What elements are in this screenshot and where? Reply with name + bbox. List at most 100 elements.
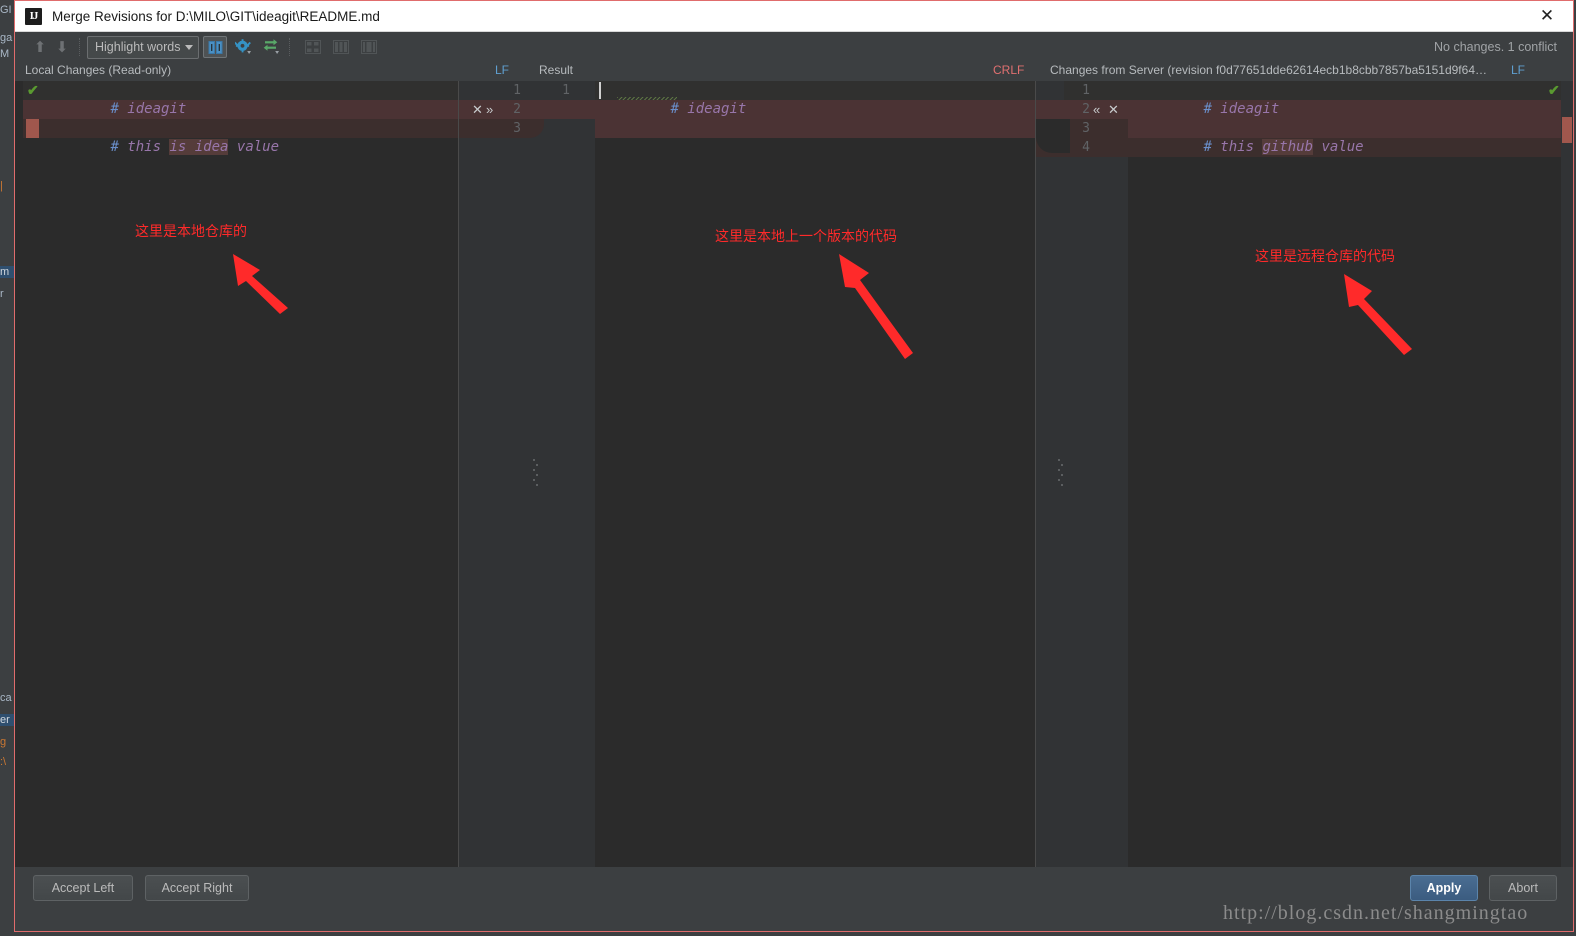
- previous-difference-icon[interactable]: ⬆: [29, 36, 51, 58]
- code-text: ideagit: [678, 101, 747, 117]
- toolbar-separator: [289, 38, 291, 56]
- result-line-number: 1: [562, 83, 570, 98]
- dialog-bottom-bar: Accept Left Accept Right http://blog.csd…: [15, 867, 1573, 931]
- comment-hash: #: [1203, 139, 1212, 155]
- comment-hash: #: [110, 139, 119, 155]
- collapse-fragments-icon: [305, 40, 322, 54]
- resolved-check-icon: ✔: [27, 82, 39, 98]
- annotation-left-arrow: [233, 254, 288, 314]
- ide-fragment: GI: [0, 4, 12, 16]
- apply-left-change-icon[interactable]: »: [486, 100, 493, 119]
- gear-icon: [234, 39, 251, 54]
- watermark-text: http://blog.csdn.net/shangmingtao: [1223, 902, 1529, 924]
- spellcheck-squiggle: [617, 97, 677, 100]
- settings-gear-button[interactable]: [231, 36, 255, 58]
- comment-hash: #: [1203, 101, 1212, 117]
- resolved-check-icon: ✔: [1548, 82, 1560, 98]
- code-text: ideagit: [1211, 101, 1280, 117]
- right-line-number: 2: [1082, 102, 1090, 117]
- right-editor-pane[interactable]: # ideagit # this github value ✔: [1128, 81, 1573, 868]
- code-line: # this is idea value: [43, 119, 279, 155]
- show-whitespace-button[interactable]: [329, 36, 353, 58]
- ide-fragment: :\: [0, 756, 7, 768]
- sync-arrows-icon: [263, 39, 279, 54]
- intellij-logo-icon: IJ: [25, 7, 42, 25]
- reject-right-change-icon[interactable]: ✕: [1108, 100, 1119, 119]
- ide-fragment: m: [0, 266, 14, 278]
- apply-button[interactable]: Apply: [1410, 875, 1478, 901]
- pane-headers: Local Changes (Read-only) LF Result CRLF…: [15, 62, 1573, 80]
- accept-right-button[interactable]: Accept Right: [145, 875, 249, 901]
- right-line-number: 1: [1082, 83, 1090, 98]
- right-line-number: 4: [1082, 140, 1090, 155]
- error-stripe[interactable]: [1561, 81, 1573, 868]
- left-line-number: 1: [513, 83, 521, 98]
- code-text: value: [228, 139, 280, 155]
- code-text: ideagit: [118, 101, 187, 117]
- left-gutter: 1 2 3 1 ✕ »: [459, 81, 595, 868]
- text-caret: [599, 82, 601, 99]
- toolbar-separator: [79, 38, 81, 56]
- dialog-titlebar: IJ Merge Revisions for D:\MILO\GIT\ideag…: [15, 1, 1573, 32]
- code-text: this: [118, 139, 170, 155]
- highlighted-words: is idea: [169, 139, 229, 155]
- right-gutter: 1 2 3 4 « ✕: [1036, 81, 1128, 868]
- merge-revisions-dialog: IJ Merge Revisions for D:\MILO\GIT\ideag…: [14, 0, 1574, 932]
- right-line-number: 3: [1082, 121, 1090, 136]
- annotation-right-arrow: [1344, 274, 1412, 355]
- annotation-left-text: 这里是本地仓库的: [135, 224, 247, 240]
- conflict-marker: [26, 119, 39, 138]
- code-line: # ideagit: [43, 81, 186, 117]
- code-text: value: [1313, 139, 1364, 155]
- ide-fragment: ca: [0, 692, 12, 704]
- apply-right-change-icon[interactable]: «: [1093, 100, 1100, 119]
- ide-fragment: M: [0, 48, 10, 60]
- ide-fragment: ga: [0, 32, 13, 44]
- code-text: this: [1211, 139, 1263, 155]
- highlight-mode-label: Highlight words: [95, 40, 181, 54]
- left-pane-title: Local Changes (Read-only): [25, 63, 172, 77]
- result-editor-pane[interactable]: # ideagit: [595, 81, 1036, 868]
- abort-button[interactable]: Abort: [1489, 875, 1557, 901]
- annotation-center-text: 这里是本地上一个版本的代码: [715, 229, 897, 245]
- collapse-unchanged-button[interactable]: [301, 36, 325, 58]
- highlight-mode-dropdown[interactable]: Highlight words: [87, 35, 200, 59]
- compare-sync-button[interactable]: [259, 36, 283, 58]
- close-icon[interactable]: ✕: [1527, 1, 1567, 31]
- result-pane-title: Result: [539, 63, 574, 77]
- comment-hash: #: [670, 101, 679, 117]
- right-divider-handle[interactable]: [1058, 459, 1063, 489]
- reject-left-change-icon[interactable]: ✕: [472, 100, 483, 119]
- columns-icon: [361, 40, 378, 54]
- code-line: # ideagit: [1136, 81, 1279, 117]
- chevron-down-icon: [185, 44, 194, 50]
- comment-hash: #: [110, 101, 119, 117]
- split-panes-icon: [208, 40, 223, 54]
- ide-fragment: r: [0, 288, 4, 300]
- code-line: # this github value: [1136, 119, 1364, 155]
- ide-fragment: g: [0, 736, 7, 748]
- conflict-stripe-marker[interactable]: [1562, 117, 1572, 143]
- ide-left-strip: GI ga M | m r ca er g :\: [0, 0, 14, 936]
- left-line-separator: LF: [495, 63, 510, 77]
- left-divider-handle[interactable]: [533, 459, 538, 489]
- right-line-separator: LF: [1511, 63, 1526, 77]
- merge-editors: ✔ # ideagit # this is idea value 1 2 3 1…: [15, 81, 1573, 868]
- left-editor-pane[interactable]: ✔ # ideagit # this is idea value: [23, 81, 459, 868]
- annotation-right-text: 这里是远程仓库的代码: [1255, 249, 1395, 265]
- ide-fragment: |: [0, 180, 3, 192]
- ignore-whitespace-button[interactable]: [357, 36, 381, 58]
- merge-status-text: No changes. 1 conflict: [1434, 40, 1557, 54]
- diff-toolbar: ⬆ ⬇ Highlight words No changes. 1 confli…: [15, 32, 1573, 62]
- ide-fragment: er: [0, 714, 14, 726]
- result-line-separator: CRLF: [993, 63, 1025, 77]
- whitespace-icon: [333, 40, 350, 54]
- highlighted-words: github: [1262, 139, 1314, 155]
- right-pane-title: Changes from Server (revision f0d77651dd…: [1050, 63, 1487, 77]
- accept-left-button[interactable]: Accept Left: [33, 875, 133, 901]
- next-difference-icon[interactable]: ⬇: [51, 36, 73, 58]
- left-line-number: 3: [513, 121, 521, 136]
- dialog-title: Merge Revisions for D:\MILO\GIT\ideagit\…: [52, 8, 380, 24]
- annotation-center-arrow: [839, 254, 913, 359]
- side-by-side-viewer-button[interactable]: [203, 36, 228, 58]
